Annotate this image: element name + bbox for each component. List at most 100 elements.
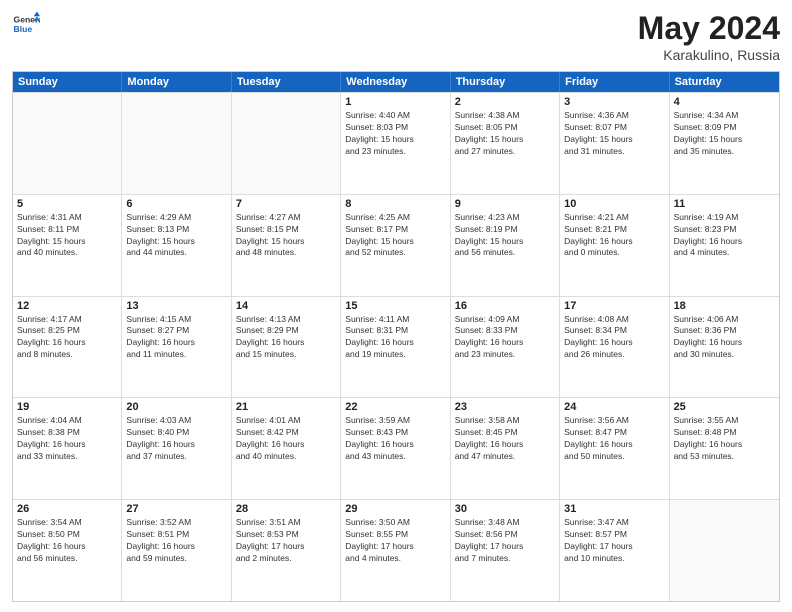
cell-info: Sunrise: 3:50 AM Sunset: 8:55 PM Dayligh…: [345, 517, 445, 565]
day-number: 17: [564, 300, 664, 312]
day-number: 8: [345, 198, 445, 210]
day-number: 28: [236, 503, 336, 515]
cal-cell: 1Sunrise: 4:40 AM Sunset: 8:03 PM Daylig…: [341, 93, 450, 194]
cell-info: Sunrise: 4:36 AM Sunset: 8:07 PM Dayligh…: [564, 110, 664, 158]
cal-cell: 8 Sunrise: 4:25 AM Sunset: 8:17 PM Daylig…: [341, 195, 450, 296]
cell-info: Sunrise: 3:48 AM Sunset: 8:56 PM Dayligh…: [455, 517, 555, 565]
day-header-thursday: Thursday: [451, 72, 560, 92]
header: General Blue May 2024 Karakulino, Russia: [12, 10, 780, 63]
day-number: 11: [674, 198, 775, 210]
cell-info: Sunrise: 3:52 AM Sunset: 8:51 PM Dayligh…: [126, 517, 226, 565]
cal-cell: 24Sunrise: 3:56 AM Sunset: 8:47 PM Dayli…: [560, 398, 669, 499]
cal-cell: [13, 93, 122, 194]
cell-info: Sunrise: 4:17 AM Sunset: 8:25 PM Dayligh…: [17, 314, 117, 362]
day-number: 9: [455, 198, 555, 210]
day-number: 29: [345, 503, 445, 515]
cal-cell: 9 Sunrise: 4:23 AM Sunset: 8:19 PM Daylig…: [451, 195, 560, 296]
title-block: May 2024 Karakulino, Russia: [638, 10, 780, 63]
day-number: 2: [455, 96, 555, 108]
day-header-saturday: Saturday: [670, 72, 779, 92]
cal-cell: 10Sunrise: 4:21 AM Sunset: 8:21 PM Dayli…: [560, 195, 669, 296]
cal-cell: 6 Sunrise: 4:29 AM Sunset: 8:13 PM Daylig…: [122, 195, 231, 296]
day-number: 23: [455, 401, 555, 413]
cal-cell: 17 Sunrise: 4:08 AM Sunset: 8:34 PM Dayli…: [560, 297, 669, 398]
calendar-body: 1Sunrise: 4:40 AM Sunset: 8:03 PM Daylig…: [13, 92, 779, 601]
day-number: 18: [674, 300, 775, 312]
day-number: 14: [236, 300, 336, 312]
day-number: 4: [674, 96, 775, 108]
day-number: 25: [674, 401, 775, 413]
cell-info: Sunrise: 4:38 AM Sunset: 8:05 PM Dayligh…: [455, 110, 555, 158]
cell-info: Sunrise: 4:27 AM Sunset: 8:15 PM Dayligh…: [236, 212, 336, 260]
cal-cell: 11 Sunrise: 4:19 AM Sunset: 8:23 PM Dayli…: [670, 195, 779, 296]
cell-info: Sunrise: 3:59 AM Sunset: 8:43 PM Dayligh…: [345, 415, 445, 463]
cal-cell: 12 Sunrise: 4:17 AM Sunset: 8:25 PM Dayli…: [13, 297, 122, 398]
day-number: 22: [345, 401, 445, 413]
title-month: May 2024: [638, 10, 780, 47]
day-number: 24: [564, 401, 664, 413]
cell-info: Sunrise: 4:11 AM Sunset: 8:31 PM Dayligh…: [345, 314, 445, 362]
cal-cell: 29 Sunrise: 3:50 AM Sunset: 8:55 PM Dayli…: [341, 500, 450, 601]
cell-info: Sunrise: 4:23 AM Sunset: 8:19 PM Dayligh…: [455, 212, 555, 260]
day-number: 15: [345, 300, 445, 312]
day-number: 3: [564, 96, 664, 108]
cal-cell: 28 Sunrise: 3:51 AM Sunset: 8:53 PM Dayli…: [232, 500, 341, 601]
week-row-3: 12 Sunrise: 4:17 AM Sunset: 8:25 PM Dayli…: [13, 296, 779, 398]
cal-cell: 19Sunrise: 4:04 AM Sunset: 8:38 PM Dayli…: [13, 398, 122, 499]
cell-info: Sunrise: 3:47 AM Sunset: 8:57 PM Dayligh…: [564, 517, 664, 565]
cell-info: Sunrise: 4:15 AM Sunset: 8:27 PM Dayligh…: [126, 314, 226, 362]
cell-info: Sunrise: 4:29 AM Sunset: 8:13 PM Dayligh…: [126, 212, 226, 260]
week-row-4: 19Sunrise: 4:04 AM Sunset: 8:38 PM Dayli…: [13, 397, 779, 499]
cal-cell: 16Sunrise: 4:09 AM Sunset: 8:33 PM Dayli…: [451, 297, 560, 398]
day-number: 13: [126, 300, 226, 312]
cal-cell: 13 Sunrise: 4:15 AM Sunset: 8:27 PM Dayli…: [122, 297, 231, 398]
cal-cell: 5 Sunrise: 4:31 AM Sunset: 8:11 PM Daylig…: [13, 195, 122, 296]
cell-info: Sunrise: 4:13 AM Sunset: 8:29 PM Dayligh…: [236, 314, 336, 362]
week-row-2: 5 Sunrise: 4:31 AM Sunset: 8:11 PM Daylig…: [13, 194, 779, 296]
cell-info: Sunrise: 3:55 AM Sunset: 8:48 PM Dayligh…: [674, 415, 775, 463]
cal-cell: 14 Sunrise: 4:13 AM Sunset: 8:29 PM Dayli…: [232, 297, 341, 398]
cell-info: Sunrise: 3:51 AM Sunset: 8:53 PM Dayligh…: [236, 517, 336, 565]
calendar: SundayMondayTuesdayWednesdayThursdayFrid…: [12, 71, 780, 602]
cell-info: Sunrise: 4:01 AM Sunset: 8:42 PM Dayligh…: [236, 415, 336, 463]
cal-cell: 22 Sunrise: 3:59 AM Sunset: 8:43 PM Dayli…: [341, 398, 450, 499]
day-number: 5: [17, 198, 117, 210]
day-number: 12: [17, 300, 117, 312]
day-header-friday: Friday: [560, 72, 669, 92]
cal-cell: 4 Sunrise: 4:34 AM Sunset: 8:09 PM Daylig…: [670, 93, 779, 194]
day-number: 30: [455, 503, 555, 515]
logo: General Blue: [12, 10, 40, 38]
cell-info: Sunrise: 4:34 AM Sunset: 8:09 PM Dayligh…: [674, 110, 775, 158]
cell-info: Sunrise: 4:25 AM Sunset: 8:17 PM Dayligh…: [345, 212, 445, 260]
cell-info: Sunrise: 3:54 AM Sunset: 8:50 PM Dayligh…: [17, 517, 117, 565]
cal-cell: 2 Sunrise: 4:38 AM Sunset: 8:05 PM Daylig…: [451, 93, 560, 194]
cal-cell: 7 Sunrise: 4:27 AM Sunset: 8:15 PM Daylig…: [232, 195, 341, 296]
cal-cell: 23Sunrise: 3:58 AM Sunset: 8:45 PM Dayli…: [451, 398, 560, 499]
cal-cell: 30 Sunrise: 3:48 AM Sunset: 8:56 PM Dayli…: [451, 500, 560, 601]
cal-cell: 15 Sunrise: 4:11 AM Sunset: 8:31 PM Dayli…: [341, 297, 450, 398]
day-number: 19: [17, 401, 117, 413]
day-number: 6: [126, 198, 226, 210]
cell-info: Sunrise: 4:21 AM Sunset: 8:21 PM Dayligh…: [564, 212, 664, 260]
cal-cell: 25 Sunrise: 3:55 AM Sunset: 8:48 PM Dayli…: [670, 398, 779, 499]
week-row-5: 26 Sunrise: 3:54 AM Sunset: 8:50 PM Dayli…: [13, 499, 779, 601]
day-number: 7: [236, 198, 336, 210]
cell-info: Sunrise: 4:31 AM Sunset: 8:11 PM Dayligh…: [17, 212, 117, 260]
day-number: 31: [564, 503, 664, 515]
day-number: 27: [126, 503, 226, 515]
day-number: 26: [17, 503, 117, 515]
cell-info: Sunrise: 4:03 AM Sunset: 8:40 PM Dayligh…: [126, 415, 226, 463]
cal-cell: [232, 93, 341, 194]
logo-icon: General Blue: [12, 10, 40, 38]
calendar-header: SundayMondayTuesdayWednesdayThursdayFrid…: [13, 72, 779, 92]
cell-info: Sunrise: 4:08 AM Sunset: 8:34 PM Dayligh…: [564, 314, 664, 362]
day-number: 20: [126, 401, 226, 413]
cal-cell: 27 Sunrise: 3:52 AM Sunset: 8:51 PM Dayli…: [122, 500, 231, 601]
title-location: Karakulino, Russia: [638, 47, 780, 63]
page: General Blue May 2024 Karakulino, Russia…: [0, 0, 792, 612]
cell-info: Sunrise: 4:19 AM Sunset: 8:23 PM Dayligh…: [674, 212, 775, 260]
day-number: 1: [345, 96, 445, 108]
cal-cell: 18Sunrise: 4:06 AM Sunset: 8:36 PM Dayli…: [670, 297, 779, 398]
cal-cell: 21Sunrise: 4:01 AM Sunset: 8:42 PM Dayli…: [232, 398, 341, 499]
day-header-wednesday: Wednesday: [341, 72, 450, 92]
